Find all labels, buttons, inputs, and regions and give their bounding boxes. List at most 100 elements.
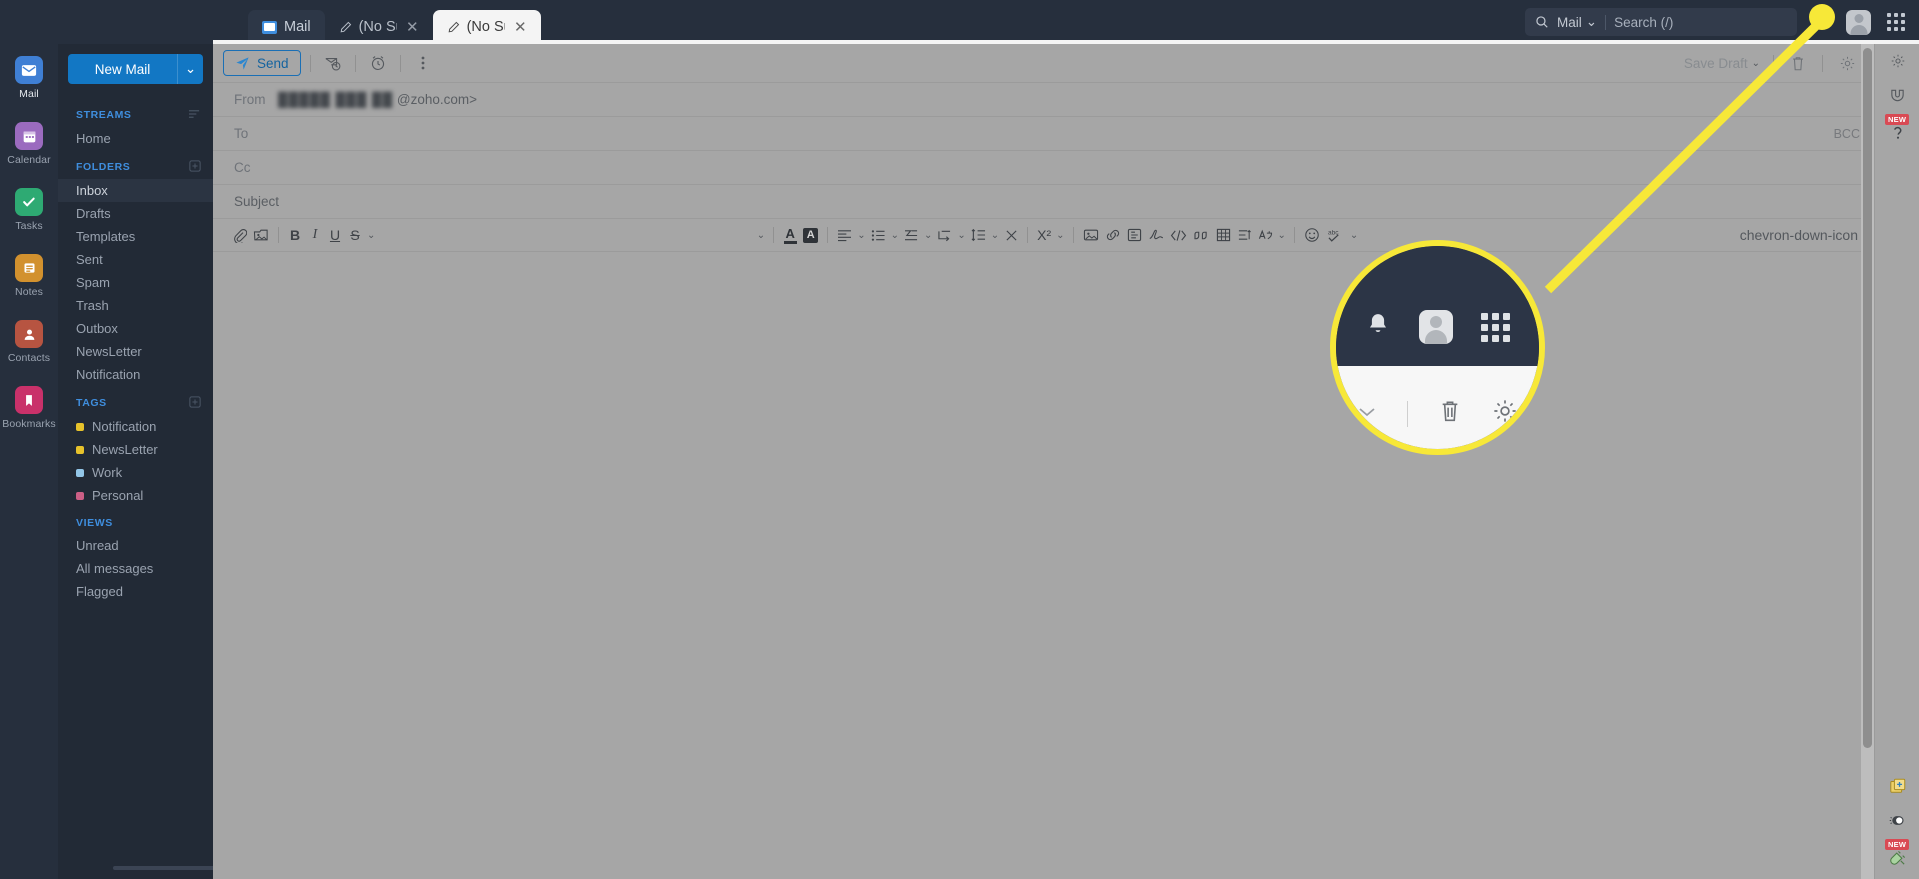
- chevron-down-icon[interactable]: ⌄: [889, 230, 901, 241]
- search-bar[interactable]: Mail ⌄ Search (/): [1525, 8, 1797, 36]
- link-icon[interactable]: [1102, 223, 1124, 247]
- superscript-button[interactable]: X²: [1034, 223, 1054, 247]
- chevron-down-icon[interactable]: ⌄: [1750, 58, 1762, 69]
- tab-mail[interactable]: Mail: [248, 10, 325, 44]
- from-row[interactable]: From █████ ███ ██ @zoho.com>: [213, 83, 1874, 117]
- app-item-notes[interactable]: Notes: [0, 254, 58, 298]
- sidebar-item-drafts[interactable]: Drafts: [58, 202, 213, 225]
- chevron-down-icon[interactable]: ⌄: [1054, 230, 1066, 241]
- plus-icon[interactable]: [189, 396, 201, 410]
- sidebar-item-trash[interactable]: Trash: [58, 294, 213, 317]
- code-icon[interactable]: [1167, 223, 1190, 247]
- app-item-bookmarks[interactable]: Bookmarks: [0, 386, 58, 430]
- sidebar-item-sent[interactable]: Sent: [58, 248, 213, 271]
- schedule-send-icon[interactable]: [320, 50, 346, 76]
- stream-filter-icon[interactable]: [188, 108, 201, 122]
- chevron-down-icon[interactable]: ⌄: [177, 54, 203, 84]
- trash-icon[interactable]: [1785, 50, 1811, 76]
- app-item-contacts[interactable]: Contacts: [0, 320, 58, 364]
- font-color-icon[interactable]: A: [780, 223, 800, 247]
- insert-card-icon[interactable]: [1124, 223, 1145, 247]
- send-button[interactable]: Send: [223, 50, 301, 76]
- theme-toggle-icon[interactable]: [1875, 803, 1919, 837]
- gear-icon[interactable]: [1834, 50, 1860, 76]
- indent-icon[interactable]: [934, 223, 955, 247]
- to-row[interactable]: To BCC: [213, 117, 1874, 151]
- translate-icon[interactable]: [1255, 223, 1276, 247]
- chevron-down-icon[interactable]: chevron-down-icon: [1738, 227, 1860, 243]
- emoji-icon[interactable]: [1301, 223, 1323, 247]
- sidebar-tag-work[interactable]: Work: [58, 461, 213, 484]
- vertical-scrollbar[interactable]: [1861, 44, 1874, 879]
- sidebar-resize-handle[interactable]: [113, 866, 213, 870]
- avatar[interactable]: [1846, 9, 1871, 35]
- cc-row[interactable]: Cc: [213, 151, 1874, 185]
- app-item-tasks[interactable]: Tasks: [0, 188, 58, 232]
- plus-icon[interactable]: [189, 160, 201, 174]
- bold-button[interactable]: B: [285, 223, 305, 247]
- notification-bell-icon[interactable]: [1813, 14, 1830, 31]
- paragraph-format-icon[interactable]: [1234, 223, 1255, 247]
- chevron-down-icon[interactable]: ⌄: [365, 230, 377, 241]
- insert-image-icon[interactable]: [250, 223, 272, 247]
- table-icon[interactable]: [1213, 223, 1234, 247]
- apps-grid-icon[interactable]: [1887, 13, 1905, 31]
- sidebar-item-outbox[interactable]: Outbox: [58, 317, 213, 340]
- sidebar-tag-personal[interactable]: Personal: [58, 484, 213, 507]
- sidebar-item-home[interactable]: Home: [58, 127, 213, 150]
- subject-row[interactable]: Subject: [213, 185, 1874, 219]
- strikethrough-button[interactable]: S: [345, 223, 365, 247]
- sidebar-tag-newsletter[interactable]: NewsLetter: [58, 438, 213, 461]
- sidebar-item-inbox[interactable]: Inbox: [58, 179, 213, 202]
- app-item-calendar[interactable]: Calendar: [0, 122, 58, 166]
- spellcheck-icon[interactable]: abc: [1323, 223, 1348, 247]
- sidebar-view-all-messages[interactable]: All messages: [58, 557, 213, 580]
- sidebar-view-unread[interactable]: Unread: [58, 534, 213, 557]
- clear-formatting-icon[interactable]: [1001, 223, 1021, 247]
- chevron-down-icon[interactable]: ⌄: [1276, 230, 1288, 241]
- help-question-icon[interactable]: NEW: [1875, 112, 1919, 146]
- chevron-down-icon[interactable]: ⌄: [855, 230, 867, 241]
- close-icon[interactable]: ✕: [514, 20, 527, 35]
- tab-no-subject-2[interactable]: (No Subje ✕: [432, 10, 541, 44]
- settings-gear-icon[interactable]: [1875, 44, 1919, 78]
- blockquote-icon[interactable]: [1190, 223, 1213, 247]
- save-draft-button[interactable]: Save Draft: [1684, 56, 1748, 71]
- tab-no-subject-1[interactable]: (No Subje ✕: [325, 10, 433, 44]
- chevron-down-icon[interactable]: ⌄: [1348, 230, 1360, 241]
- sidebar-item-spam[interactable]: Spam: [58, 271, 213, 294]
- search-scope[interactable]: Mail ⌄: [1557, 14, 1597, 30]
- image-icon[interactable]: [1080, 223, 1102, 247]
- italic-button[interactable]: I: [305, 223, 325, 247]
- paperclip-icon[interactable]: [229, 223, 250, 247]
- chevron-down-icon[interactable]: ⌄: [922, 230, 934, 241]
- line-spacing-icon[interactable]: [968, 223, 989, 247]
- highlight-color-icon[interactable]: A: [800, 223, 821, 247]
- align-left-icon[interactable]: [834, 223, 855, 247]
- subject-input[interactable]: Subject: [234, 194, 1860, 209]
- app-item-mail[interactable]: Mail: [0, 56, 58, 100]
- sidebar-item-templates[interactable]: Templates: [58, 225, 213, 248]
- bullet-list-icon[interactable]: [868, 223, 889, 247]
- new-mail-button[interactable]: New Mail ⌄: [68, 54, 203, 84]
- chevron-down-icon[interactable]: ⌄: [955, 230, 967, 241]
- signature-icon[interactable]: [1145, 223, 1167, 247]
- sidebar-item-newsletter[interactable]: NewsLetter: [58, 340, 213, 363]
- search-input[interactable]: Search (/): [1614, 15, 1673, 30]
- scrollbar-thumb[interactable]: [1863, 48, 1872, 748]
- sidebar-item-notification[interactable]: Notification: [58, 363, 213, 386]
- vault-icon[interactable]: [1875, 78, 1919, 112]
- more-vertical-icon[interactable]: [410, 50, 436, 76]
- sidebar-tag-notification[interactable]: Notification: [58, 415, 213, 438]
- integrations-plug-icon[interactable]: NEW: [1875, 837, 1919, 871]
- chevron-down-icon[interactable]: ⌄: [989, 230, 1001, 241]
- reminder-clock-icon[interactable]: [365, 50, 391, 76]
- bcc-toggle[interactable]: BCC: [1834, 127, 1860, 141]
- chevron-down-icon[interactable]: ⌄: [755, 230, 767, 241]
- numbered-list-icon[interactable]: [901, 223, 922, 247]
- add-note-icon[interactable]: [1875, 769, 1919, 803]
- sidebar-view-flagged[interactable]: Flagged: [58, 580, 213, 603]
- message-body-editor[interactable]: [213, 252, 1874, 879]
- close-icon[interactable]: ✕: [406, 20, 419, 35]
- underline-button[interactable]: U: [325, 223, 345, 247]
